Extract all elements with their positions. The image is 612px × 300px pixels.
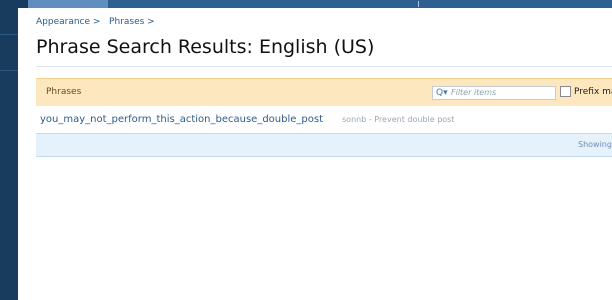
filter-bar: Phrases Q▾ Filter items Prefix ma	[36, 78, 612, 106]
title-divider	[36, 66, 612, 67]
page-title: Phrase Search Results: English (US)	[36, 36, 375, 58]
sidebar-divider	[0, 34, 18, 35]
filter-items-input[interactable]: Q▾ Filter items	[432, 86, 556, 100]
breadcrumb: Appearance > Phrases >	[36, 17, 155, 27]
results-footer: Showing	[36, 133, 612, 157]
filter-bar-title: Phrases	[46, 87, 82, 97]
filter-placeholder: Filter items	[451, 88, 497, 97]
main-content: Appearance > Phrases > Phrase Search Res…	[18, 8, 612, 300]
phrase-meta: sonnb - Prevent double post	[342, 115, 455, 124]
breadcrumb-phrases[interactable]: Phrases >	[109, 17, 155, 27]
prefix-match-checkbox[interactable]	[560, 86, 571, 97]
prefix-match-label[interactable]: Prefix ma	[574, 87, 612, 97]
breadcrumb-appearance[interactable]: Appearance >	[36, 17, 100, 27]
results-count: Showing	[578, 140, 612, 149]
search-icon: Q▾	[436, 88, 448, 98]
sidebar-divider	[0, 70, 18, 71]
phrase-link[interactable]: you_may_not_perform_this_action_because_…	[40, 114, 323, 125]
top-nav-tabs	[108, 0, 612, 8]
tab-separator	[418, 1, 419, 7]
list-item: you_may_not_perform_this_action_because_…	[36, 105, 612, 133]
left-sidebar	[0, 0, 18, 300]
